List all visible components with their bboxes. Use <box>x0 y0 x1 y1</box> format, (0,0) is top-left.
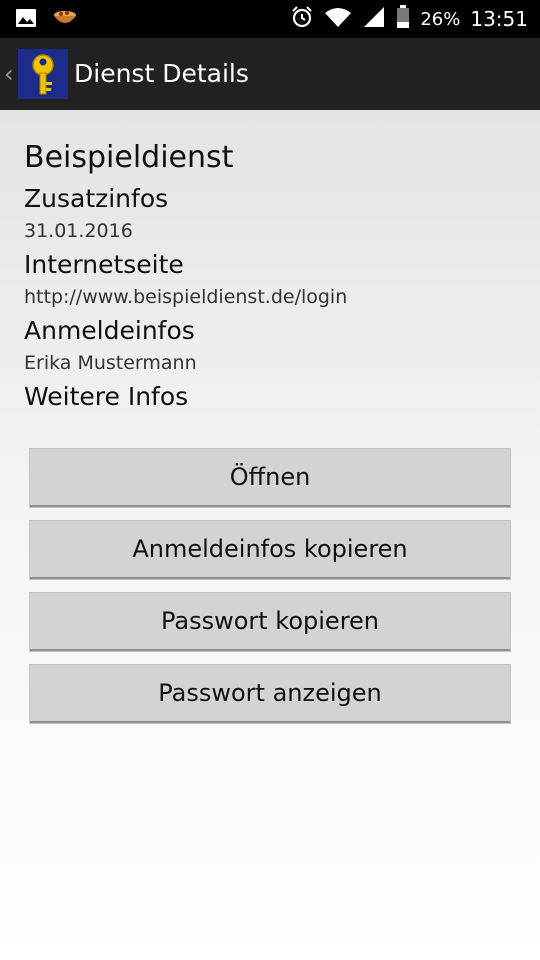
service-name: Beispieldienst <box>24 140 234 175</box>
wifi-icon <box>324 5 352 33</box>
battery-icon <box>396 5 410 33</box>
alarm-icon <box>290 5 314 33</box>
detail-content: Beispieldienst Zusatzinfos 31.01.2016 In… <box>0 110 540 960</box>
signal-icon <box>362 5 386 33</box>
bowl-icon <box>52 6 78 34</box>
battery-percentage: 26% <box>420 8 461 30</box>
login-info-value: Erika Mustermann <box>24 352 197 374</box>
copy-login-button[interactable]: Anmeldeinfos kopieren <box>30 521 510 579</box>
action-bar: ‹ Dienst Details <box>0 38 540 110</box>
gallery-icon <box>14 6 38 34</box>
back-chevron-icon[interactable]: ‹ <box>4 60 14 88</box>
extra-info-label: Zusatzinfos <box>24 184 169 213</box>
more-info-label: Weitere Infos <box>24 382 189 411</box>
website-value: http://www.beispieldienst.de/login <box>24 286 348 308</box>
status-bar: 26% 13:51 <box>0 0 540 38</box>
app-key-icon[interactable] <box>18 49 68 99</box>
open-button[interactable]: Öffnen <box>30 449 510 507</box>
extra-info-value: 31.01.2016 <box>24 220 133 242</box>
copy-password-button[interactable]: Passwort kopieren <box>30 593 510 651</box>
show-password-button[interactable]: Passwort anzeigen <box>30 665 510 723</box>
website-label: Internetseite <box>24 250 184 279</box>
page-title: Dienst Details <box>74 59 249 88</box>
login-info-label: Anmeldeinfos <box>24 316 195 345</box>
clock: 13:51 <box>470 7 528 31</box>
